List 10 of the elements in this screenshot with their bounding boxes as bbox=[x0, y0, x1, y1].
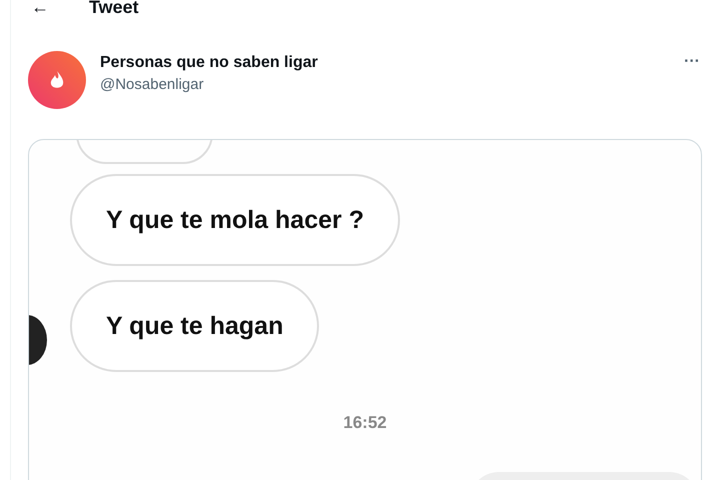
chat-screenshot[interactable]: Y que te mola hacer ? Y que te hagan 16:52 bbox=[28, 139, 702, 480]
author-handle[interactable]: @Nosabenligar bbox=[100, 76, 318, 93]
back-button[interactable]: ← bbox=[31, 0, 49, 14]
profile-flame-icon[interactable] bbox=[28, 51, 86, 109]
more-options-button[interactable]: ··· bbox=[684, 53, 700, 71]
page-title: Tweet bbox=[89, 0, 139, 14]
author-name[interactable]: Personas que no saben ligar bbox=[100, 54, 318, 72]
message-time: 16:52 bbox=[342, 413, 388, 433]
message-bubble: Y que te hagan bbox=[70, 280, 320, 372]
message-bubble: Y que te mola hacer ? bbox=[70, 174, 400, 266]
